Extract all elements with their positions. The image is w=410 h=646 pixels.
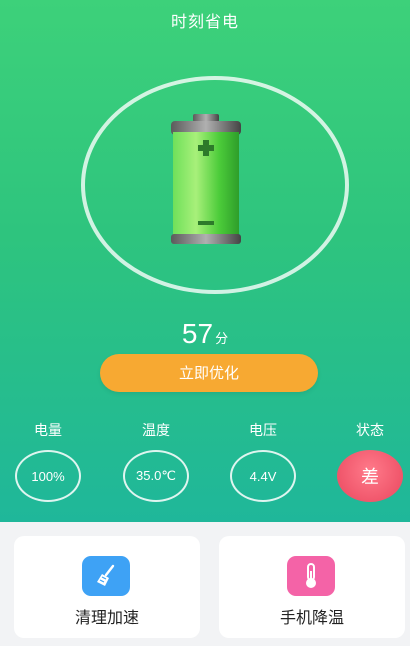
score-unit: 分 — [215, 332, 229, 347]
tool-label: 清理加速 — [74, 608, 139, 627]
status-badge: 差 — [337, 450, 403, 502]
broom-icon — [82, 556, 130, 596]
status-panel: 时刻省电 57 分 立即优化 电量 100% 温度 35.0℃ 电压 4.4V … — [0, 0, 410, 522]
stat-value: 35.0℃ — [123, 450, 189, 502]
stat-temperature: 温度 35.0℃ — [120, 420, 192, 502]
phone-cooling-card[interactable]: 手机降温 — [219, 536, 405, 638]
stat-label: 温度 — [142, 423, 170, 439]
stat-value: 4.4V — [230, 450, 296, 502]
page-title: 时刻省电 — [170, 12, 239, 31]
clean-boost-card[interactable]: 清理加速 — [14, 536, 200, 638]
stat-voltage: 电压 4.4V — [227, 420, 299, 502]
battery-icon — [171, 114, 241, 244]
stat-battery-level: 电量 100% — [12, 420, 84, 502]
score-display: 57 分 — [0, 318, 410, 350]
stat-label: 电压 — [249, 423, 277, 439]
score-value: 57 — [181, 318, 214, 349]
thermometer-icon — [287, 556, 335, 596]
tool-label: 手机降温 — [279, 608, 344, 627]
stat-status: 状态 差 — [334, 420, 406, 502]
stat-label: 电量 — [34, 423, 62, 439]
stat-value: 100% — [15, 450, 81, 502]
stat-label: 状态 — [356, 423, 384, 439]
optimize-button[interactable]: 立即优化 — [100, 354, 318, 392]
